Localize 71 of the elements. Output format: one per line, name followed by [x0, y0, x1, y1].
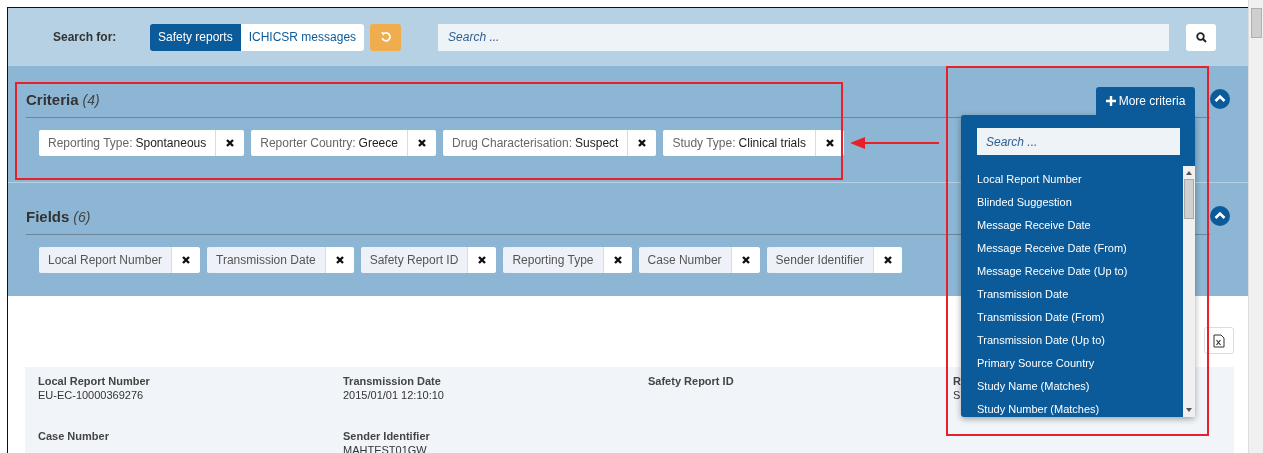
- more-criteria-button[interactable]: More criteria: [1096, 87, 1195, 115]
- search-field[interactable]: Search ...: [438, 23, 1170, 51]
- dropdown-option[interactable]: Transmission Date (From): [977, 306, 1183, 329]
- reset-icon: [379, 31, 392, 43]
- remove-button[interactable]: [602, 247, 632, 273]
- remove-button[interactable]: [872, 247, 902, 273]
- remove-button[interactable]: [730, 247, 760, 273]
- plus-icon: [1105, 96, 1116, 106]
- dropdown-option[interactable]: Message Receive Date (From): [977, 237, 1183, 260]
- dropdown-option[interactable]: Study Number (Matches): [977, 398, 1183, 417]
- close-icon: [334, 255, 345, 265]
- fields-title: Fields: [26, 208, 70, 225]
- remove-button[interactable]: [627, 130, 657, 156]
- field-label: Safety Report ID: [648, 375, 734, 387]
- search-type-tab[interactable]: Safety reports: [150, 23, 241, 51]
- chevron-up-icon: [1210, 205, 1230, 226]
- field-chip: Case Number: [638, 247, 731, 273]
- chevron-up-icon: [1210, 88, 1230, 109]
- remove-button[interactable]: [467, 247, 497, 273]
- field-chip: Sender Identifier: [766, 247, 873, 273]
- close-icon: [225, 138, 236, 148]
- dropdown-option[interactable]: Primary Source Country: [977, 352, 1183, 375]
- field-chip: Reporting Type: [503, 247, 603, 273]
- field-chip: Safety Report ID: [360, 247, 468, 273]
- field-label: Local Report Number: [38, 375, 150, 387]
- dropdown-option[interactable]: Message Receive Date (Up to): [977, 260, 1183, 283]
- spreadsheet-file-icon: [1213, 333, 1225, 348]
- close-icon: [477, 255, 488, 265]
- remove-button[interactable]: [406, 130, 436, 156]
- criteria-title: Criteria: [26, 91, 79, 108]
- criteria-count: (4): [82, 92, 100, 108]
- field-value: 2015/01/01 12:10:10: [343, 389, 444, 401]
- fields-count: (6): [73, 209, 91, 225]
- search-field[interactable]: Search ...: [977, 128, 1180, 155]
- field-value: S: [953, 389, 961, 401]
- remove-button[interactable]: [215, 130, 245, 156]
- dropdown-option[interactable]: Message Receive Date: [977, 214, 1183, 237]
- close-icon: [882, 255, 893, 265]
- close-icon: [824, 138, 835, 148]
- field-label: R: [953, 375, 961, 387]
- dropdown-option[interactable]: Transmission Date: [977, 283, 1183, 306]
- scrollbar[interactable]: [1248, 0, 1263, 453]
- field-label: Transmission Date: [343, 375, 441, 387]
- collapse-button[interactable]: [1210, 205, 1230, 226]
- criterion-chip: Reporter Country: Greece: [251, 130, 407, 156]
- close-icon: [416, 138, 427, 148]
- dropdown-option[interactable]: Study Name (Matches): [977, 375, 1183, 398]
- criterion-chip: Reporting Type: Spontaneous: [39, 130, 216, 156]
- search-for-label: Search for:: [53, 30, 118, 44]
- search-icon: [1195, 31, 1207, 43]
- collapse-button[interactable]: [1210, 88, 1230, 109]
- dropdown-option[interactable]: Transmission Date (Up to): [977, 329, 1183, 352]
- search-button[interactable]: [1186, 23, 1217, 51]
- dropdown-option[interactable]: Local Report Number: [977, 168, 1183, 191]
- remove-button[interactable]: [324, 247, 354, 273]
- list-scrollbar[interactable]: [1183, 166, 1195, 417]
- field-label: Case Number: [38, 430, 109, 442]
- field-chip: Local Report Number: [39, 247, 172, 273]
- criterion-chip: Study Type: Clinical trials: [663, 130, 815, 156]
- dropdown-option[interactable]: Blinded Suggestion: [977, 191, 1183, 214]
- close-icon: [740, 255, 751, 265]
- field-value: EU-EC-10000369276: [38, 389, 144, 401]
- field-label: Sender Identifier: [343, 430, 430, 442]
- export-button[interactable]: [1204, 327, 1234, 354]
- close-icon: [637, 138, 648, 148]
- criterion-chip: Drug Characterisation: Suspect: [442, 130, 628, 156]
- remove-button[interactable]: [171, 247, 201, 273]
- search-type-tab[interactable]: ICHICSR messages: [240, 23, 365, 51]
- field-chip: Transmission Date: [207, 247, 325, 273]
- close-icon: [181, 255, 192, 265]
- close-icon: [612, 255, 623, 265]
